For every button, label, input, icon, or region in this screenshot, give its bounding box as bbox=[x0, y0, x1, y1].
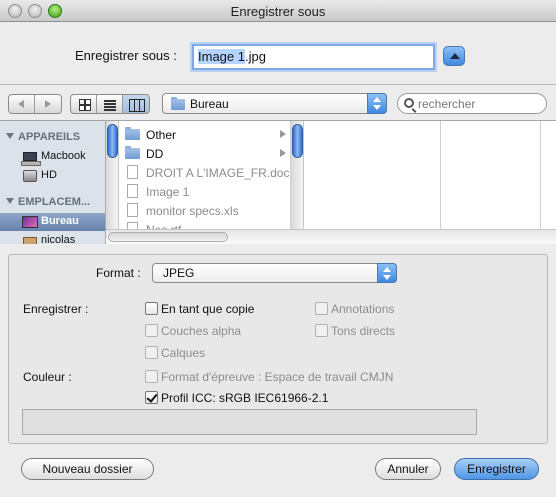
folder-icon bbox=[125, 146, 140, 159]
filename-selected-text: Image 1 bbox=[198, 49, 245, 64]
info-field bbox=[22, 409, 477, 435]
file-row-monitor-specs: monitor specs.xls bbox=[119, 201, 290, 220]
save-button[interactable]: Enregistrer bbox=[454, 458, 539, 480]
proof-setup-checkbox-label: Format d'épreuve : Espace de travail CMJ… bbox=[161, 370, 394, 384]
list-view-button[interactable] bbox=[97, 95, 123, 113]
popup-stepper-icon bbox=[367, 93, 387, 114]
spot-colors-checkbox[interactable] bbox=[315, 324, 328, 337]
format-value: JPEG bbox=[163, 266, 195, 280]
annotations-checkbox[interactable] bbox=[315, 302, 328, 315]
icc-profile-checkbox[interactable] bbox=[145, 391, 158, 404]
home-icon bbox=[23, 237, 37, 244]
filename-extension: .jpg bbox=[244, 49, 266, 64]
icc-profile-checkbox-label[interactable]: Profil ICC: sRGB IEC61966-2.1 bbox=[161, 391, 328, 405]
sidebar-item-hd[interactable]: HD bbox=[0, 167, 105, 185]
file-name: Other bbox=[146, 128, 177, 142]
format-label: Format : bbox=[96, 266, 141, 280]
divider bbox=[0, 84, 556, 85]
cancel-button[interactable]: Annuler bbox=[375, 458, 441, 480]
search-input[interactable] bbox=[418, 96, 538, 111]
column-view-button[interactable] bbox=[123, 95, 149, 113]
document-icon bbox=[127, 203, 138, 217]
empty-column bbox=[291, 121, 441, 244]
scroll-thumb[interactable] bbox=[292, 124, 303, 158]
forward-arrow-icon[interactable] bbox=[35, 95, 61, 113]
icon-view-button[interactable] bbox=[71, 95, 97, 113]
file-name: monitor specs.xls bbox=[146, 204, 239, 218]
file-column: Other DD DROIT A L'IMAGE_FR.doc Image 1 … bbox=[106, 121, 291, 244]
save-as-label: Enregistrer sous : bbox=[75, 48, 177, 63]
color-label: Couleur : bbox=[23, 370, 72, 384]
layers-checkbox-label: Calques bbox=[161, 346, 206, 360]
location-popup[interactable]: Bureau bbox=[162, 93, 387, 114]
file-browser: APPAREILS Macbook HD EMPLACEM... Bureau … bbox=[0, 120, 556, 244]
scroll-thumb[interactable] bbox=[108, 232, 228, 242]
search-icon bbox=[404, 98, 414, 108]
document-icon bbox=[127, 184, 138, 198]
spot-colors-checkbox-label: Tons directs bbox=[331, 324, 396, 338]
disclosure-arrow-icon bbox=[280, 149, 286, 157]
back-arrow-icon[interactable] bbox=[9, 95, 35, 113]
empty-column bbox=[441, 121, 541, 244]
scroll-thumb[interactable] bbox=[107, 124, 118, 158]
laptop-icon bbox=[21, 152, 41, 166]
save-options-label: Enregistrer : bbox=[23, 302, 89, 316]
sidebar-item-label: nicolas bbox=[41, 234, 76, 244]
desktop-icon bbox=[22, 216, 38, 228]
sidebar: APPAREILS Macbook HD EMPLACEM... Bureau … bbox=[0, 121, 106, 244]
window-title: Enregistrer sous bbox=[230, 4, 326, 19]
sidebar-item-label: HD bbox=[41, 169, 57, 181]
format-popup[interactable]: JPEG bbox=[152, 263, 397, 283]
sidebar-item-bureau[interactable]: Bureau bbox=[0, 213, 105, 231]
horizontal-scrollbar[interactable] bbox=[106, 229, 556, 244]
location-value: Bureau bbox=[190, 97, 229, 111]
alpha-channels-checkbox[interactable] bbox=[145, 324, 158, 337]
sidebar-item-macbook[interactable]: Macbook bbox=[0, 148, 105, 166]
disclosure-arrow-icon bbox=[280, 130, 286, 138]
alpha-channels-checkbox-label: Couches alpha bbox=[161, 324, 242, 338]
copy-checkbox[interactable] bbox=[145, 302, 158, 315]
search-field[interactable] bbox=[397, 93, 547, 114]
folder-icon bbox=[171, 97, 185, 110]
sidebar-section-places[interactable]: EMPLACEM... bbox=[6, 196, 90, 208]
column-scrollbar[interactable] bbox=[106, 121, 119, 244]
sidebar-item-label: Macbook bbox=[41, 150, 86, 162]
sidebar-item-label: Bureau bbox=[41, 215, 79, 227]
file-name: DROIT A L'IMAGE_FR.doc bbox=[146, 166, 290, 180]
file-name: DD bbox=[146, 147, 164, 161]
file-name: Image 1 bbox=[146, 185, 190, 199]
sidebar-item-nicolas[interactable]: nicolas bbox=[0, 232, 105, 244]
collapse-dialog-button[interactable] bbox=[443, 46, 465, 66]
copy-checkbox-label[interactable]: En tant que copie bbox=[161, 302, 254, 316]
column-scrollbar[interactable] bbox=[291, 121, 304, 244]
proof-setup-checkbox[interactable] bbox=[145, 370, 158, 383]
filename-input[interactable]: Image 1.jpg bbox=[192, 44, 435, 70]
back-forward-control bbox=[8, 94, 62, 114]
folder-icon bbox=[125, 127, 140, 140]
annotations-checkbox-label: Annotations bbox=[331, 302, 395, 316]
view-mode-control bbox=[70, 94, 150, 114]
file-row-droit-doc: DROIT A L'IMAGE_FR.doc bbox=[119, 163, 290, 182]
file-row-dd[interactable]: DD bbox=[119, 144, 290, 163]
new-folder-button[interactable]: Nouveau dossier bbox=[21, 458, 154, 480]
title-bar: Enregistrer sous bbox=[0, 0, 556, 22]
sidebar-section-devices[interactable]: APPAREILS bbox=[6, 131, 80, 143]
popup-stepper-icon bbox=[377, 263, 397, 283]
document-icon bbox=[127, 165, 138, 179]
file-row-other[interactable]: Other bbox=[119, 125, 290, 144]
layers-checkbox[interactable] bbox=[145, 346, 158, 359]
file-row-image-1: Image 1 bbox=[119, 182, 290, 201]
hard-drive-icon bbox=[23, 170, 37, 182]
